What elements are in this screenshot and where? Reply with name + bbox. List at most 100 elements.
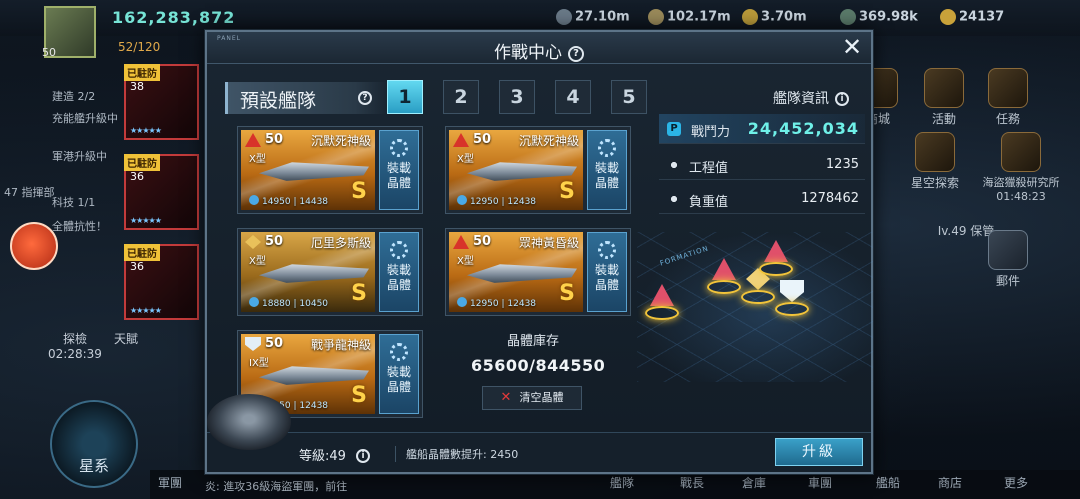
tab-fleet-4[interactable]: 4 [555, 80, 591, 114]
tab-fleet-3[interactable]: 3 [499, 80, 535, 114]
talent-button[interactable]: 天賦 [114, 330, 138, 347]
hero-card-1[interactable]: 已駐防 38 ★★★★★ [124, 64, 199, 140]
gear-icon [598, 241, 616, 259]
ship-grade: S [351, 383, 367, 408]
unit-ring [645, 306, 679, 320]
nav-fleet[interactable]: 艦隊 [610, 474, 634, 491]
chat-ticker[interactable]: 炎: 進攻36級海盜軍團，前往 [205, 478, 347, 494]
unit-ring [741, 290, 775, 304]
ship-stat: 18880 | 10450 [249, 297, 328, 309]
resource-4[interactable]: 369.98k [840, 9, 918, 25]
resource-5[interactable]: 24137 [940, 9, 1004, 25]
info-icon[interactable]: i [835, 92, 849, 106]
resource-3[interactable]: 3.70m [742, 9, 807, 25]
formation-unit-2[interactable] [707, 258, 741, 298]
tech-queue[interactable]: 科技 1/1 [52, 194, 95, 210]
load-value: 1278462 [801, 191, 859, 206]
crystal-icon [457, 297, 467, 307]
command-label[interactable]: 47 指揮部 [4, 184, 55, 200]
info-icon[interactable]: i [356, 449, 371, 463]
hero-card-2[interactable]: 已駐防 36 ★★★★★ [124, 154, 199, 230]
research-icon [1001, 132, 1041, 172]
research-timer: 01:48:23 [996, 190, 1046, 203]
formation-unit-4[interactable] [759, 240, 793, 280]
upgrade-queue[interactable]: 充能艦升級中 [52, 110, 118, 126]
resource-icon [556, 9, 572, 25]
gold-diamond-icon [245, 235, 261, 249]
formation-unit-5[interactable] [775, 280, 809, 320]
nav-warehouse[interactable]: 倉庫 [742, 474, 766, 491]
star-explore-button[interactable]: 星空探索 [900, 132, 970, 191]
resource-icon [648, 9, 664, 25]
harbor-queue[interactable]: 軍港升級中 [52, 148, 107, 164]
tab-fleet-5[interactable]: 5 [611, 80, 647, 114]
ship-grade: S [559, 179, 575, 204]
ship-name: 戰爭龍神級 [310, 338, 371, 352]
resistance-label[interactable]: 全體抗性！ [52, 218, 107, 234]
load-crystal-button[interactable]: 裝載 晶體 [379, 232, 419, 312]
load-crystal-button[interactable]: 裝載 晶體 [587, 232, 627, 312]
crystal-icon [249, 297, 259, 307]
explore-timer: 02:28:39 [48, 347, 102, 361]
nav-corps[interactable]: 車團 [808, 474, 832, 491]
red-triangle-icon [453, 235, 469, 249]
panel-title: 作戰中心? [207, 38, 871, 63]
resource-2[interactable]: 102.17m [648, 9, 731, 25]
nav-shop[interactable]: 商店 [938, 474, 962, 491]
stamina-counter: 52/120 [118, 40, 161, 54]
ship-image: 50 眾神黃昏級 X型 S 12950 | 12438 [449, 232, 583, 312]
unit-ring [775, 302, 809, 316]
load-crystal-button[interactable]: 裝載 晶體 [587, 130, 627, 210]
pirate-research-button[interactable]: 海盜獵殺研究所 01:48:23 [966, 132, 1076, 203]
shield-icon [245, 337, 261, 351]
hero-level: 36 [130, 170, 144, 183]
formation-unit-1[interactable] [645, 284, 679, 324]
upgrade-button[interactable]: 升級 [775, 438, 863, 466]
ship-grade: S [351, 281, 367, 306]
event-button[interactable]: 活動 [922, 68, 966, 127]
nav-more[interactable]: 更多 [1004, 474, 1028, 491]
close-icon: ✕ [500, 390, 512, 405]
crystal-icon [457, 195, 467, 205]
ship-image: 50 厄里多斯級 X型 S 18880 | 10450 [241, 232, 375, 312]
clear-crystal-button[interactable]: ✕ 清空晶體 [482, 386, 582, 410]
gear-icon [598, 139, 616, 157]
resource-1[interactable]: 27.10m [556, 9, 630, 25]
crystal-boost-label: 艦船晶體數提升: 2450 [395, 446, 518, 462]
event-icon [924, 68, 964, 108]
mascot-bird-icon[interactable] [10, 222, 58, 270]
tab-fleet-1[interactable]: 1 [387, 80, 423, 114]
help-icon[interactable]: ? [568, 46, 584, 62]
ship-type: X型 [457, 256, 474, 267]
mail-button[interactable]: 郵件 [986, 230, 1030, 289]
quest-button[interactable]: 任務 [986, 68, 1030, 127]
hero-level: 38 [130, 80, 144, 93]
close-button[interactable]: ✕ [839, 35, 865, 61]
ship-stat: 14950 | 14438 [249, 195, 328, 207]
load-crystal-button[interactable]: 裝載 晶體 [379, 130, 419, 210]
formation-grid[interactable]: FORMATION [637, 232, 873, 382]
explore-button[interactable]: 探檢 02:28:39 [48, 330, 102, 361]
nav-ships[interactable]: 艦船 [876, 474, 900, 491]
build-queue[interactable]: 建造 2/2 [52, 88, 95, 104]
ship-slot-3[interactable]: 50 厄里多斯級 X型 S 18880 | 10450 裝載 晶體 [237, 228, 423, 316]
tab-fleet-2[interactable]: 2 [443, 80, 479, 114]
nav-captain[interactable]: 戰長 [680, 474, 704, 491]
load-crystal-button[interactable]: 裝載 晶體 [379, 334, 419, 414]
galaxy-button[interactable]: 星系 [50, 400, 138, 488]
quest-icon [988, 68, 1028, 108]
resource-icon [742, 9, 758, 25]
total-power: 162,283,872 [112, 8, 236, 27]
ship-slot-2[interactable]: 50 沉默死神級 X型 S 12950 | 12438 裝載 晶體 [445, 126, 631, 214]
hero-card-3[interactable]: 已駐防 36 ★★★★★ [124, 244, 199, 320]
help-icon[interactable]: ? [358, 91, 372, 105]
crystal-stock-value: 65600/844550 [471, 356, 606, 375]
nav-legion[interactable]: 軍團 [158, 474, 182, 491]
ship-slot-4[interactable]: 50 眾神黃昏級 X型 S 12950 | 12438 裝載 晶體 [445, 228, 631, 316]
ship-slot-1[interactable]: 50 沉默死神級 X型 S 14950 | 14438 裝載 晶體 [237, 126, 423, 214]
load-icon [667, 192, 681, 206]
engineering-row: 工程值 1235 [659, 150, 865, 180]
ship-type: X型 [249, 154, 266, 165]
ship-type: X型 [457, 154, 474, 165]
star-explore-icon [915, 132, 955, 172]
